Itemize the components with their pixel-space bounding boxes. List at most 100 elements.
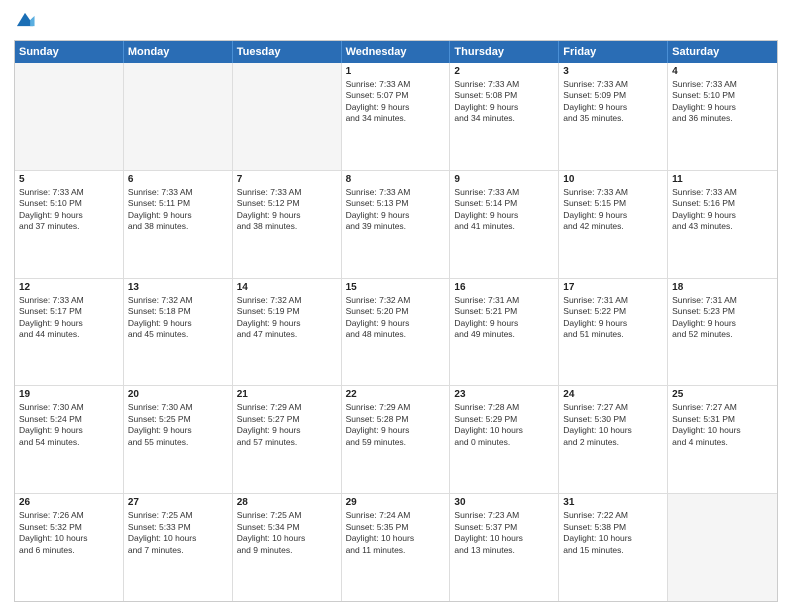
calendar-day-cell: 12Sunrise: 7:33 AMSunset: 5:17 PMDayligh… (15, 279, 124, 386)
calendar-day-cell: 31Sunrise: 7:22 AMSunset: 5:38 PMDayligh… (559, 494, 668, 601)
day-number: 3 (563, 66, 663, 77)
calendar-week-row: 26 Sunrise: 7:26 AMSunset: 5:32 PM Dayligh… (15, 494, 777, 601)
calendar-day-cell: 21Sunrise: 7:29 AMSunset: 5:27 PMDayligh… (233, 386, 342, 493)
day-info-text: Sunrise: 7:33 AM (672, 79, 773, 90)
day-info-text: Sunrise: 7:26 AM (19, 510, 119, 521)
calendar-day-cell: 19Sunrise: 7:30 AMSunset: 5:24 PMDayligh… (15, 386, 124, 493)
calendar-header-row: SundayMondayTuesdayWednesdayThursdayFrid… (15, 41, 777, 63)
day-info-text: and 37 minutes. (19, 221, 119, 232)
day-info-text: Sunrise: 7:25 AM (237, 510, 337, 521)
day-info-text: Daylight: 9 hours (237, 318, 337, 329)
day-number: 2 (454, 66, 554, 77)
calendar-day-cell: 18Sunrise: 7:31 AMSunset: 5:23 PMDayligh… (668, 279, 777, 386)
calendar-day-cell (15, 63, 124, 170)
day-number: 26 (19, 497, 119, 508)
calendar-day-cell: 27Sunrise: 7:25 AMSunset: 5:33 PMDayligh… (124, 494, 233, 601)
day-number: 30 (454, 497, 554, 508)
day-info-text: Daylight: 9 hours (19, 210, 119, 221)
day-info-text: and 41 minutes. (454, 221, 554, 232)
day-info-text: Sunset: 5:33 PM (128, 522, 228, 533)
day-info-text: Sunset: 5:32 PM (19, 522, 119, 533)
main-container: SundayMondayTuesdayWednesdayThursdayFrid… (0, 0, 792, 612)
day-info-text: Sunset: 5:22 PM (563, 306, 663, 317)
calendar-day-cell (124, 63, 233, 170)
day-info-text: Sunrise: 7:33 AM (346, 79, 446, 90)
day-info-text: Sunset: 5:20 PM (346, 306, 446, 317)
day-info-text: and 35 minutes. (563, 113, 663, 124)
day-info-text: Daylight: 10 hours (563, 533, 663, 544)
day-info-text: and 34 minutes. (454, 113, 554, 124)
day-number: 19 (19, 389, 119, 400)
day-number: 28 (237, 497, 337, 508)
day-number: 22 (346, 389, 446, 400)
calendar-header-cell: Sunday (15, 41, 124, 63)
calendar-day-cell: 29 Sunrise: 7:24 AMSunset: 5:35 PMDayligh… (342, 494, 451, 601)
day-info-text: Sunrise: 7:28 AM (454, 402, 554, 413)
day-info-text: and 45 minutes. (128, 329, 228, 340)
calendar-day-cell: 28Sunrise: 7:25 AMSunset: 5:34 PMDayligh… (233, 494, 342, 601)
calendar-day-cell: 1Sunrise: 7:33 AMSunset: 5:07 PMDaylight… (342, 63, 451, 170)
day-info-text: Sunrise: 7:33 AM (237, 187, 337, 198)
calendar: SundayMondayTuesdayWednesdayThursdayFrid… (14, 40, 778, 602)
day-info-text: Sunset: 5:18 PM (128, 306, 228, 317)
calendar-week-row: 5Sunrise: 7:33 AMSunset: 5:10 PMDaylight… (15, 171, 777, 279)
day-info-text: Sunrise: 7:25 AM (128, 510, 228, 521)
day-info-text: Sunrise: 7:33 AM (19, 187, 119, 198)
day-info-text: Sunset: 5:31 PM (672, 414, 773, 425)
calendar-day-cell: 2Sunrise: 7:33 AMSunset: 5:08 PMDaylight… (450, 63, 559, 170)
day-number: 16 (454, 282, 554, 293)
day-info-text: Sunrise: 7:33 AM (563, 187, 663, 198)
day-info-text: Daylight: 9 hours (563, 210, 663, 221)
day-info-text: and 44 minutes. (19, 329, 119, 340)
day-number: 6 (128, 174, 228, 185)
day-info-text: Sunset: 5:28 PM (346, 414, 446, 425)
day-info-text: Daylight: 10 hours (346, 533, 446, 544)
day-info-text: Daylight: 9 hours (454, 318, 554, 329)
day-info-text: Sunrise: 7:33 AM (672, 187, 773, 198)
logo (14, 10, 40, 32)
day-info-text: Daylight: 9 hours (346, 318, 446, 329)
day-number: 23 (454, 389, 554, 400)
day-info-text: Sunrise: 7:24 AM (346, 510, 446, 521)
calendar-day-cell: 17Sunrise: 7:31 AMSunset: 5:22 PMDayligh… (559, 279, 668, 386)
day-info-text: Sunset: 5:17 PM (19, 306, 119, 317)
day-info-text: Daylight: 10 hours (454, 425, 554, 436)
day-info-text: and 4 minutes. (672, 437, 773, 448)
day-info-text: Sunset: 5:35 PM (346, 522, 446, 533)
day-number: 12 (19, 282, 119, 293)
day-info-text: Sunset: 5:37 PM (454, 522, 554, 533)
day-info-text: Sunrise: 7:29 AM (346, 402, 446, 413)
calendar-header-cell: Thursday (450, 41, 559, 63)
day-info-text: Daylight: 10 hours (454, 533, 554, 544)
calendar-header-cell: Tuesday (233, 41, 342, 63)
day-info-text: Daylight: 9 hours (128, 425, 228, 436)
day-info-text: Sunset: 5:11 PM (128, 198, 228, 209)
day-info-text: and 7 minutes. (128, 545, 228, 556)
calendar-day-cell: 25Sunrise: 7:27 AMSunset: 5:31 PMDayligh… (668, 386, 777, 493)
calendar-day-cell: 15Sunrise: 7:32 AMSunset: 5:20 PMDayligh… (342, 279, 451, 386)
day-info-text: Sunset: 5:23 PM (672, 306, 773, 317)
day-info-text: and 48 minutes. (346, 329, 446, 340)
calendar-day-cell (233, 63, 342, 170)
day-info-text: Sunrise: 7:32 AM (237, 295, 337, 306)
day-info-text: and 47 minutes. (237, 329, 337, 340)
day-info-text: and 57 minutes. (237, 437, 337, 448)
day-info-text: Sunset: 5:07 PM (346, 90, 446, 101)
day-info-text: Sunset: 5:13 PM (346, 198, 446, 209)
day-info-text: Sunrise: 7:32 AM (128, 295, 228, 306)
day-number: 29 (346, 497, 446, 508)
calendar-day-cell: 4Sunrise: 7:33 AMSunset: 5:10 PMDaylight… (668, 63, 777, 170)
day-info-text: Sunset: 5:30 PM (563, 414, 663, 425)
day-info-text: Sunrise: 7:33 AM (19, 295, 119, 306)
day-info-text: and 42 minutes. (563, 221, 663, 232)
calendar-week-row: 12 Sunrise: 7:33 AMSunset: 5:17 PM Dayligh… (15, 279, 777, 387)
day-info-text: and 15 minutes. (563, 545, 663, 556)
day-info-text: Daylight: 9 hours (672, 210, 773, 221)
day-info-text: Sunrise: 7:27 AM (563, 402, 663, 413)
day-info-text: and 59 minutes. (346, 437, 446, 448)
day-info-text: and 11 minutes. (346, 545, 446, 556)
day-info-text: Sunrise: 7:29 AM (237, 402, 337, 413)
day-info-text: Daylight: 9 hours (128, 318, 228, 329)
day-info-text: Sunset: 5:24 PM (19, 414, 119, 425)
day-info-text: Daylight: 9 hours (672, 318, 773, 329)
